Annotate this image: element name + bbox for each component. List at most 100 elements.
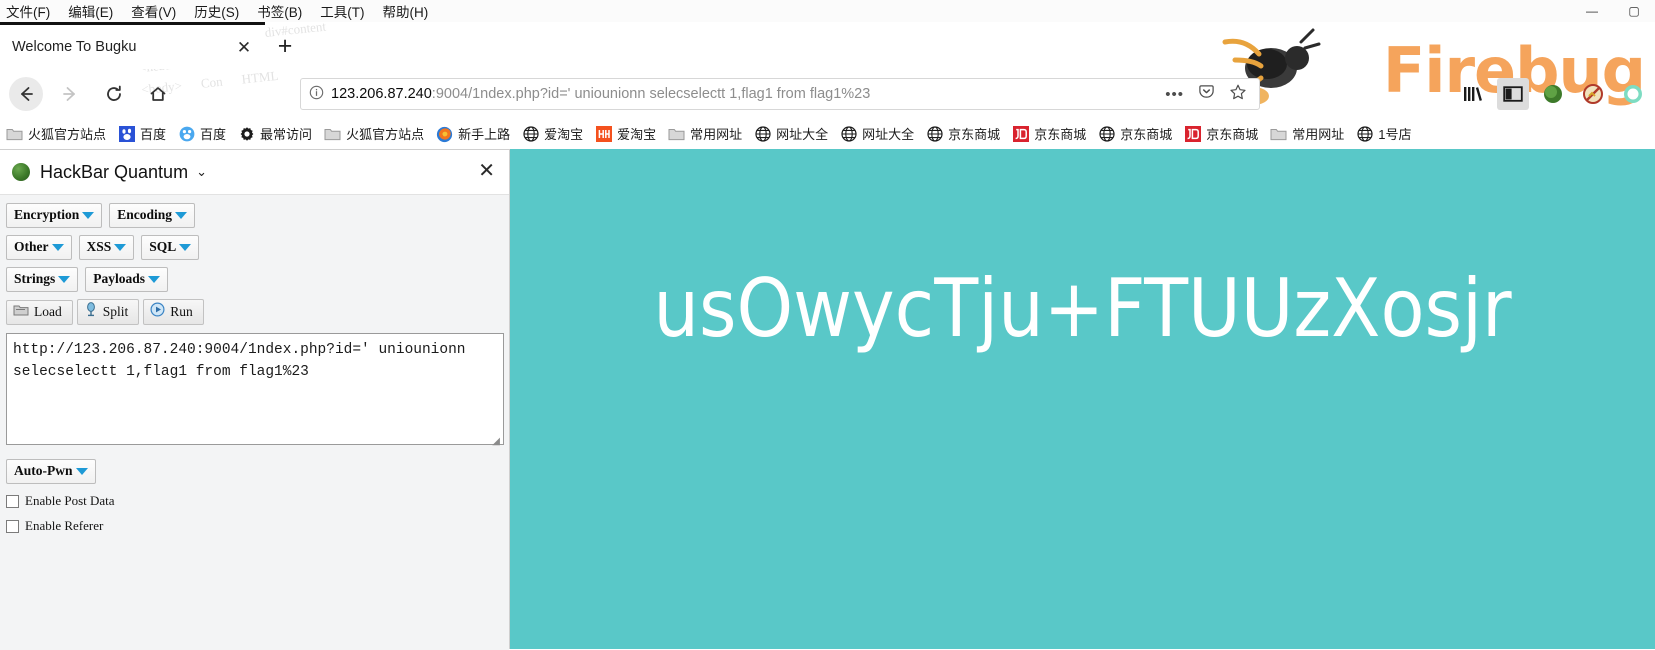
strings-dropdown[interactable]: Strings — [6, 267, 79, 292]
globe-icon — [522, 126, 539, 143]
bookmark-star-icon[interactable] — [1229, 83, 1247, 106]
auto-pwn-dropdown[interactable]: Auto-Pwn — [6, 459, 96, 484]
url-host: 123.206.87.240 — [331, 86, 432, 102]
bookmark-common-sites-2[interactable]: 常用网址 — [1264, 121, 1350, 147]
sql-dropdown[interactable]: SQL — [141, 235, 200, 260]
bookmark-jd-1[interactable]: 京东商城 — [920, 121, 1006, 147]
hackbar-dropdown-row-2: Other XSS SQL — [0, 235, 509, 260]
bookmark-baidu-1[interactable]: 百度 — [112, 121, 172, 147]
menu-tools[interactable]: 工具(T) — [311, 1, 373, 21]
hackbar-autopwn-row: Auto-Pwn — [0, 447, 509, 484]
dropdown-label: Encoding — [117, 207, 173, 222]
library-icon[interactable] — [1457, 78, 1489, 110]
globe-icon — [840, 126, 857, 143]
sidebar-glyph — [1503, 86, 1523, 102]
run-button[interactable]: Run — [143, 299, 204, 325]
menu-help[interactable]: 帮助(H) — [374, 1, 438, 21]
enable-post-data-checkbox[interactable] — [6, 494, 19, 508]
minimize-button[interactable]: — — [1571, 0, 1613, 22]
bookmark-label: 百度 — [140, 126, 167, 142]
run-icon — [150, 302, 165, 321]
bookmark-common-sites-1[interactable]: 常用网址 — [662, 121, 748, 147]
bookmark-most-visited[interactable]: 最常访问 — [232, 121, 318, 147]
bookmark-yhd[interactable]: 1号店 — [1350, 121, 1417, 147]
encoding-dropdown[interactable]: Encoding — [109, 203, 196, 228]
gear-icon — [238, 126, 255, 143]
bookmark-label: 网址大全 — [776, 126, 829, 142]
globe-icon — [1356, 126, 1373, 143]
bookmark-jd-2[interactable]: 京东商城 — [1006, 121, 1092, 147]
enable-referer-checkbox[interactable] — [6, 519, 19, 533]
menu-edit[interactable]: 编辑(E) — [59, 1, 122, 21]
payloads-dropdown[interactable]: Payloads — [85, 267, 169, 292]
pocket-glyph — [1199, 85, 1214, 98]
home-button[interactable] — [141, 77, 175, 111]
enable-post-data-row[interactable]: Enable Post Data — [0, 493, 509, 509]
menu-view[interactable]: 查看(V) — [122, 1, 185, 21]
star-glyph — [1230, 84, 1246, 99]
account-icon[interactable] — [1617, 78, 1649, 110]
sidebar-toggle-icon[interactable] — [1497, 78, 1529, 110]
bookmark-label: 爱淘宝 — [617, 126, 657, 142]
reload-button[interactable] — [97, 77, 131, 111]
bookmark-baidu-2[interactable]: 百度 — [172, 121, 232, 147]
toolbar-right-icons — [1457, 78, 1649, 110]
bookmark-label: 京东商城 — [1034, 126, 1087, 142]
account-glyph — [1624, 85, 1642, 103]
back-button[interactable] — [9, 77, 43, 111]
load-button[interactable]: Load — [6, 299, 73, 325]
menu-bookmarks[interactable]: 书签(B) — [248, 1, 311, 21]
bookmark-label: 常用网址 — [1292, 126, 1345, 142]
bookmark-label: 火狐官方站点 — [346, 126, 425, 142]
identity-icon — [309, 85, 323, 100]
load-icon — [13, 303, 29, 321]
dropdown-label: XSS — [86, 239, 112, 254]
bookmark-firefox-official[interactable]: 火狐官方站点 — [0, 121, 112, 147]
menu-file[interactable]: 文件(F) — [0, 1, 59, 21]
tool-label: Run — [170, 303, 193, 319]
bookmark-label: 常用网址 — [690, 126, 743, 142]
hackbar-url-textarea[interactable] — [6, 333, 504, 445]
hackbar-header: HackBar Quantum ⌄ ✕ — [0, 150, 509, 194]
bookmark-hao123-1[interactable]: 网址大全 — [748, 121, 834, 147]
noscript-icon[interactable] — [1577, 78, 1609, 110]
bookmark-jd-4[interactable]: 京东商城 — [1178, 121, 1264, 147]
encryption-dropdown[interactable]: Encryption — [6, 203, 103, 228]
bookmark-firefox-official-2[interactable]: 火狐官方站点 — [318, 121, 430, 147]
chevron-down-icon[interactable]: ⌄ — [196, 164, 207, 180]
dropdown-label: Payloads — [93, 271, 146, 286]
hackbar-sidebar: HackBar Quantum ⌄ ✕ Encryption Encoding … — [0, 149, 510, 650]
chevron-down-icon — [82, 211, 95, 219]
page-actions-icon[interactable]: ••• — [1165, 86, 1184, 103]
menu-history[interactable]: 历史(S) — [185, 1, 248, 21]
bookmark-itaobao-1[interactable]: 爱淘宝 — [516, 121, 589, 147]
bookmark-label: 京东商城 — [948, 126, 1001, 142]
globe-icon — [1098, 126, 1115, 143]
close-icon[interactable]: ✕ — [235, 39, 253, 57]
bookmark-jd-3[interactable]: 京东商城 — [1092, 121, 1178, 147]
split-button[interactable]: Split — [76, 299, 140, 325]
taobao-icon — [595, 126, 612, 143]
chevron-down-icon — [179, 243, 192, 251]
page-content: usOwycTju+FTUUzXosjr — [510, 149, 1655, 649]
bookmark-label: 网址大全 — [862, 126, 915, 142]
bookmark-hao123-2[interactable]: 网址大全 — [834, 121, 920, 147]
new-tab-button[interactable]: + — [270, 32, 300, 62]
url-input[interactable]: 123.206.87.240:9004/1ndex.php?id=' uniou… — [331, 86, 1153, 102]
info-circle-icon[interactable] — [301, 85, 331, 103]
tab-welcome-to-bugku[interactable]: Welcome To Bugku ✕ — [0, 22, 265, 69]
other-dropdown[interactable]: Other — [6, 235, 72, 260]
bookmark-label: 最常访问 — [260, 126, 313, 142]
bookmark-itaobao-2[interactable]: 爱淘宝 — [589, 121, 662, 147]
url-bar[interactable]: 123.206.87.240:9004/1ndex.php?id=' uniou… — [300, 78, 1260, 110]
forward-button[interactable] — [53, 77, 87, 111]
pocket-icon[interactable] — [1198, 83, 1215, 105]
enable-referer-row[interactable]: Enable Referer — [0, 518, 509, 534]
maximize-button[interactable]: ▢ — [1613, 0, 1655, 22]
close-icon[interactable]: ✕ — [478, 161, 495, 181]
xss-dropdown[interactable]: XSS — [78, 235, 135, 260]
hackbar-extension-icon[interactable] — [1537, 78, 1569, 110]
bookmark-getting-started[interactable]: 新手上路 — [430, 121, 516, 147]
hackbar-tool-row: Load Split Run — [0, 299, 509, 325]
bookmark-label: 新手上路 — [458, 126, 511, 142]
